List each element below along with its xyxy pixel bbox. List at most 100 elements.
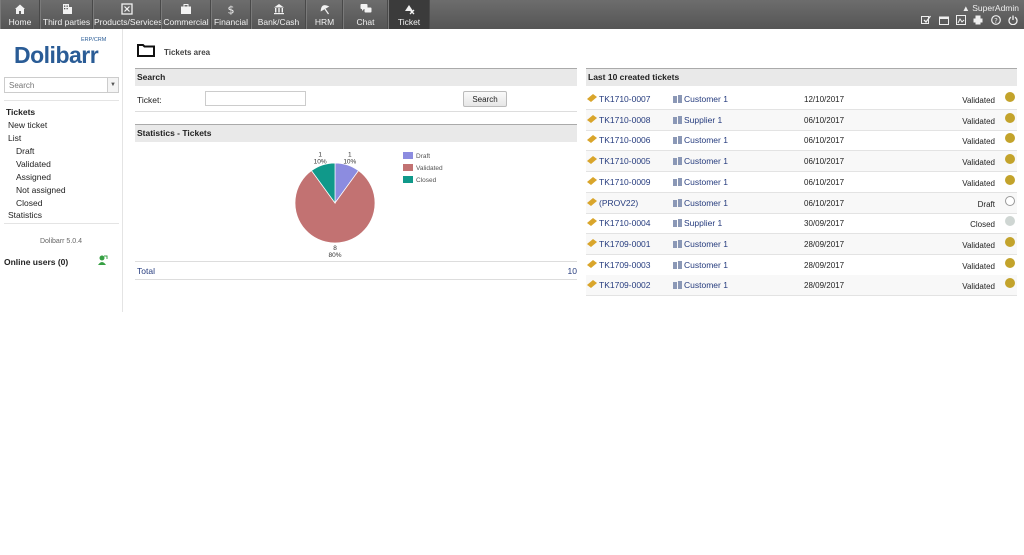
chevron-down-icon[interactable]: ▼	[107, 78, 118, 92]
ticket-ref[interactable]: TK1710-0004	[587, 218, 651, 228]
tab-home[interactable]: Home	[0, 0, 40, 29]
tab-products-services[interactable]: Products/Services	[93, 0, 163, 29]
pie-percent-label: 10%	[343, 158, 356, 165]
image-icon[interactable]	[955, 15, 966, 25]
menu-item-validated[interactable]: Validated	[16, 159, 51, 169]
tab-hrm[interactable]: HRM	[306, 0, 343, 29]
ticket-thirdparty[interactable]: Customer 1	[673, 94, 728, 104]
tab-chat[interactable]: Chat	[343, 0, 388, 29]
username[interactable]: SuperAdmin	[972, 3, 1019, 13]
menu-search-input[interactable]	[5, 78, 105, 92]
ticket-ref[interactable]: TK1709-0002	[587, 280, 651, 290]
ticket-ref-link[interactable]: TK1710-0007	[599, 94, 651, 104]
search-button[interactable]: Search	[463, 91, 507, 107]
company-icon	[673, 198, 682, 207]
ticket-thirdparty[interactable]: Customer 1	[673, 239, 728, 249]
logout-icon[interactable]	[1008, 15, 1018, 26]
company-icon	[673, 239, 682, 248]
legend-item: Validated	[403, 164, 443, 172]
menu-item-closed[interactable]: Closed	[16, 198, 42, 208]
menu-item-assigned[interactable]: Assigned	[16, 172, 51, 182]
ticket-ref[interactable]: TK1710-0008	[587, 114, 651, 125]
thirdparty-link[interactable]: Customer 1	[684, 177, 728, 187]
ticket-ref-link[interactable]: TK1709-0003	[599, 260, 651, 270]
thirdparty-link[interactable]: Supplier 1	[684, 115, 722, 125]
tab-financial[interactable]: $ Financial	[211, 0, 251, 29]
ticket-ref-link[interactable]: TK1710-0004	[599, 218, 651, 228]
ticket-ref-link[interactable]: TK1709-0001	[599, 239, 651, 249]
page-title: Tickets area	[164, 48, 211, 57]
menu-search-select[interactable]: ▼	[4, 77, 119, 93]
thirdparty-link[interactable]: Customer 1	[684, 135, 728, 145]
ticket-ref-link[interactable]: (PROV22)	[599, 198, 638, 208]
ticket-ref-link[interactable]: TK1710-0008	[599, 115, 651, 125]
ticket-status-label: Validated	[962, 178, 995, 188]
ticket-thirdparty[interactable]: Supplier 1	[673, 115, 722, 125]
login-info[interactable]: ▲ SuperAdmin	[962, 3, 1019, 13]
thirdparty-link[interactable]: Supplier 1	[684, 218, 722, 228]
ticket-status-label: Closed	[970, 220, 995, 230]
menu-item-not-assigned[interactable]: Not assigned	[16, 185, 66, 195]
ticket-ref-link[interactable]: TK1710-0005	[599, 156, 651, 166]
tab-third-parties[interactable]: Third parties	[40, 0, 93, 29]
pie-value-label: 1	[318, 151, 322, 158]
thirdparty-link[interactable]: Customer 1	[684, 260, 728, 270]
ticket-label: Ticket:	[137, 95, 162, 105]
dolibarr-logo[interactable]: Dolibarr ERP/CRM	[14, 37, 106, 68]
ticket-status-label: Validated	[962, 116, 995, 126]
ticket-icon	[587, 135, 597, 144]
ticket-ref-link[interactable]: TK1709-0002	[599, 280, 651, 290]
legend-swatch	[403, 176, 413, 183]
ticket-icon	[587, 238, 597, 247]
ticket-ref[interactable]: TK1709-0003	[587, 259, 651, 270]
ticket-ref[interactable]: TK1710-0006	[587, 135, 651, 145]
ticket-status-label: Validated	[962, 158, 995, 168]
status-dot-icon	[1005, 133, 1015, 144]
left-menu: Dolibarr ERP/CRM ▼ Tickets New ticket Li…	[0, 29, 123, 312]
menu-item-list[interactable]: List	[8, 133, 21, 143]
ticket-thirdparty[interactable]: Supplier 1	[673, 218, 722, 228]
thirdparty-link[interactable]: Customer 1	[684, 156, 728, 166]
statistics-box-title: Statistics - Tickets	[135, 124, 577, 142]
ticket-thirdparty[interactable]: Customer 1	[673, 177, 728, 187]
ticket-thirdparty[interactable]: Customer 1	[673, 260, 728, 270]
chat-icon	[344, 0, 387, 17]
ticket-ref[interactable]: TK1710-0009	[587, 176, 651, 187]
menu-item-statistics[interactable]: Statistics	[8, 210, 42, 220]
ticket-thirdparty[interactable]: Customer 1	[673, 135, 728, 145]
new-window-icon[interactable]	[938, 15, 949, 25]
menu-item-tickets[interactable]: Tickets	[6, 107, 35, 117]
edit-icon[interactable]	[921, 15, 932, 25]
menu-item-draft[interactable]: Draft	[16, 146, 34, 156]
ticket-ref-link[interactable]: TK1710-0006	[599, 135, 651, 145]
ticket-status-label: Validated	[962, 137, 995, 147]
help-icon[interactable]: ?	[990, 15, 1001, 25]
ticket-status-label: Validated	[962, 261, 995, 271]
company-icon	[673, 95, 682, 103]
ticket-ref[interactable]: (PROV22)	[587, 197, 638, 208]
ticket-icon	[587, 218, 597, 227]
thirdparty-link[interactable]: Customer 1	[684, 239, 728, 249]
print-icon[interactable]	[973, 15, 983, 25]
ticket-ref[interactable]: TK1709-0001	[587, 238, 651, 249]
thirdparty-link[interactable]: Customer 1	[684, 198, 728, 208]
ticket-ref[interactable]: TK1710-0007	[587, 94, 651, 104]
ticket-thirdparty[interactable]: Customer 1	[673, 198, 728, 208]
tab-ticket[interactable]: Ticket	[388, 0, 430, 29]
ticket-ref-link[interactable]: TK1710-0009	[599, 177, 651, 187]
ticket-row: TK1710-0004 Supplier 1 30/09/2017 Closed	[586, 213, 1017, 235]
tab-label: Home	[8, 17, 32, 27]
tab-commercial[interactable]: Commercial	[161, 0, 211, 29]
ticket-ref[interactable]: TK1710-0005	[587, 156, 651, 166]
thirdparty-link[interactable]: Customer 1	[684, 94, 728, 104]
ticket-search-input[interactable]	[205, 91, 306, 106]
ticket-row: TK1710-0008 Supplier 1 06/10/2017 Validated	[586, 109, 1017, 131]
thirdparty-link[interactable]: Customer 1	[684, 280, 728, 290]
tab-bank-cash[interactable]: Bank/Cash	[251, 0, 306, 29]
menu-item-new-ticket[interactable]: New ticket	[8, 120, 47, 130]
ticket-thirdparty[interactable]: Customer 1	[673, 156, 728, 166]
ticket-thirdparty[interactable]: Customer 1	[673, 280, 728, 290]
tab-label: Products/Services	[94, 17, 163, 27]
version-label: Dolibarr 5.0.4	[39, 238, 83, 245]
status-dot-icon	[1005, 195, 1015, 206]
